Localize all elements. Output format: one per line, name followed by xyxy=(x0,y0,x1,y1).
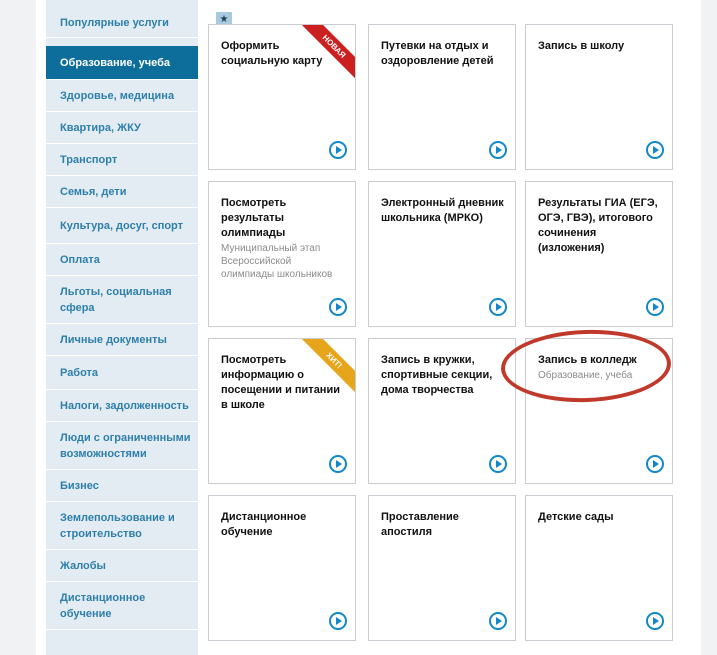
sidebar-item-housing[interactable]: Квартира, ЖКУ xyxy=(46,112,198,144)
card-title: Проставление апостиля xyxy=(381,511,459,538)
card-title: Путевки на отдых и оздоровление детей xyxy=(381,40,494,67)
sidebar-item-benefits[interactable]: Льготы, социальная сфера xyxy=(46,276,198,324)
sidebar-item-complaints[interactable]: Жалобы xyxy=(46,550,198,582)
service-card-apostille[interactable]: Проставление апостиля xyxy=(368,495,516,641)
sidebar-item-payment[interactable]: Оплата xyxy=(46,244,198,276)
service-card-distance-learning[interactable]: Дистанционное обучение xyxy=(208,495,356,641)
card-title: Запись в кружки, спортивные секции, дома… xyxy=(381,354,493,396)
service-card-olympiad-results[interactable]: Посмотреть результаты олимпиады Муниципа… xyxy=(208,181,356,327)
sidebar-item-work[interactable]: Работа xyxy=(46,356,198,390)
sidebar-item-documents[interactable]: Личные документы xyxy=(46,324,198,356)
sidebar-item-label: Жалобы xyxy=(60,559,106,572)
sidebar-item-family[interactable]: Семья, дети xyxy=(46,176,198,208)
card-title: Посмотреть информацию о посещении и пита… xyxy=(221,354,340,411)
play-circle-icon[interactable] xyxy=(329,455,347,473)
sidebar-item-label: Бизнес xyxy=(60,479,99,492)
sidebar-item-label: Льготы, социальная сфера xyxy=(60,285,172,314)
card-title: Детские сады xyxy=(538,511,614,523)
play-circle-icon[interactable] xyxy=(646,612,664,630)
sidebar-item-education[interactable]: Образование, учеба xyxy=(46,46,198,80)
play-circle-icon[interactable] xyxy=(329,612,347,630)
play-circle-icon[interactable] xyxy=(646,298,664,316)
card-subtitle: Муниципальный этап Всероссийской олимпиа… xyxy=(221,243,333,280)
sidebar-item-label: Землепользование и строительство xyxy=(60,511,175,540)
service-card-e-diary[interactable]: Электронный дневник школьника (МРКО) xyxy=(368,181,516,327)
sidebar-item-taxes[interactable]: Налоги, задолженность xyxy=(46,390,198,422)
sidebar-item-label: Семья, дети xyxy=(60,185,127,198)
service-card-kindergartens[interactable]: Детские сады xyxy=(525,495,673,641)
sidebar-item-disabilities[interactable]: Люди с ограниченными возможностями xyxy=(46,422,198,470)
card-title: Электронный дневник школьника (МРКО) xyxy=(381,197,504,224)
card-title: Посмотреть результаты олимпиады Муниципа… xyxy=(221,196,345,281)
sidebar-item-label: Квартира, ЖКУ xyxy=(60,121,141,134)
service-card-college-enrollment[interactable]: Запись в колледж Образование, учеба xyxy=(525,338,673,484)
sidebar-item-transport[interactable]: Транспорт xyxy=(46,144,198,176)
play-circle-icon[interactable] xyxy=(329,141,347,159)
service-card-social-card[interactable]: Новая Оформить социальную карту xyxy=(208,24,356,170)
service-card-children-vouchers[interactable]: Путевки на отдых и оздоровление детей xyxy=(368,24,516,170)
right-margin xyxy=(701,0,717,655)
sidebar-item-popular[interactable]: Популярные услуги xyxy=(46,8,198,38)
service-card-school-enrollment[interactable]: Запись в школу xyxy=(525,24,673,170)
card-title: Запись в колледж Образование, учеба xyxy=(538,353,662,382)
sidebar-item-label: Оплата xyxy=(60,253,100,266)
sidebar-item-label: Популярные услуги xyxy=(60,16,169,29)
sidebar-item-land-use[interactable]: Землепользование и строительство xyxy=(46,502,198,550)
service-card-school-meals[interactable]: Хит! Посмотреть информацию о посещении и… xyxy=(208,338,356,484)
sidebar-item-label: Культура, досуг, спорт xyxy=(60,219,184,232)
play-circle-icon[interactable] xyxy=(489,612,507,630)
sidebar-item-label: Люди с ограниченными возможностями xyxy=(60,431,191,460)
play-circle-icon[interactable] xyxy=(646,455,664,473)
card-title: Запись в школу xyxy=(538,40,625,52)
sidebar-item-distance-learning[interactable]: Дистанционное обучение xyxy=(46,582,198,630)
play-circle-icon[interactable] xyxy=(329,298,347,316)
card-title: Результаты ГИА (ЕГЭ, ОГЭ, ГВЭ), итоговог… xyxy=(538,197,658,254)
sidebar-item-culture[interactable]: Культура, досуг, спорт xyxy=(46,208,198,244)
sidebar-item-label: Дистанционное обучение xyxy=(60,591,146,620)
card-title-text: Посмотреть результаты олимпиады xyxy=(221,197,287,239)
sidebar-item-label: Налоги, задолженность xyxy=(60,399,189,412)
sidebar-item-label: Транспорт xyxy=(60,153,118,166)
category-sidebar: Популярные услуги Образование, учеба Здо… xyxy=(46,0,232,655)
star-icon: ★ xyxy=(219,14,229,25)
card-title: Оформить социальную карту xyxy=(221,40,323,67)
sidebar-item-label: Работа xyxy=(60,366,99,379)
card-subtitle: Образование, учеба xyxy=(538,370,633,381)
sidebar-item-label: Здоровье, медицина xyxy=(60,89,175,102)
play-circle-icon[interactable] xyxy=(489,141,507,159)
sidebar-item-business[interactable]: Бизнес xyxy=(46,470,198,502)
service-card-gia-results[interactable]: Результаты ГИА (ЕГЭ, ОГЭ, ГВЭ), итоговог… xyxy=(525,181,673,327)
card-title-text: Запись в колледж xyxy=(538,354,637,366)
card-title: Дистанционное обучение xyxy=(221,511,307,538)
play-circle-icon[interactable] xyxy=(489,455,507,473)
play-circle-icon[interactable] xyxy=(489,298,507,316)
service-card-clubs[interactable]: Запись в кружки, спортивные секции, дома… xyxy=(368,338,516,484)
sidebar-item-health[interactable]: Здоровье, медицина xyxy=(46,80,198,112)
sidebar-item-label: Образование, учеба xyxy=(60,56,170,69)
play-circle-icon[interactable] xyxy=(646,141,664,159)
sidebar-item-label: Личные документы xyxy=(60,333,167,346)
